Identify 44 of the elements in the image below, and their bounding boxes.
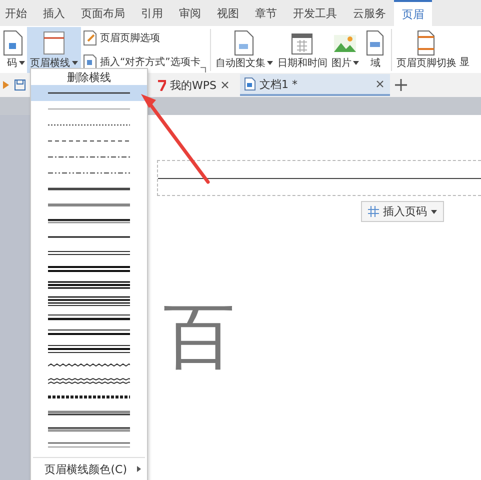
line-style-option[interactable] [31, 85, 147, 101]
document-icon [232, 30, 256, 56]
insert-page-number-button[interactable]: 插入页码 [361, 201, 444, 222]
date-time-button[interactable]: 日期和时间 [275, 27, 330, 73]
ribbon-tab[interactable]: 插入 [35, 0, 73, 26]
document-icon [244, 77, 256, 91]
ribbon-tab[interactable]: 开始 [0, 0, 35, 26]
document-tab[interactable]: 我的WPS [154, 74, 234, 96]
line-style-icon [48, 343, 130, 355]
ribbon-tab[interactable]: 审阅 [171, 0, 209, 26]
ribbon-tab[interactable]: 章节 [247, 0, 285, 26]
field-button[interactable]: 域 [361, 27, 390, 73]
document-tab[interactable]: 文档1 * [240, 74, 390, 96]
line-style-icon [48, 375, 130, 387]
ribbon-tab[interactable]: 云服务 [345, 0, 394, 26]
page-number-button[interactable]: 码 [0, 27, 27, 73]
hash-icon [368, 206, 379, 217]
picture-button[interactable]: 图片 [329, 27, 362, 73]
edit-document-icon [83, 30, 97, 46]
header-line-button[interactable]: 页眉横线 [27, 27, 81, 73]
tab-label: 我的WPS [170, 78, 216, 92]
add-tab-icon[interactable] [394, 79, 406, 91]
tab-label: 文档1 * [260, 76, 298, 92]
header-area[interactable] [157, 160, 481, 196]
line-style-icon [48, 263, 130, 275]
ribbon-tab[interactable]: 视图 [209, 0, 247, 26]
submenu-arrow-icon [137, 466, 141, 472]
line-style-icon [48, 279, 130, 291]
body-text: 百 [163, 300, 235, 372]
launcher-icon[interactable] [200, 67, 206, 73]
ribbon-tab[interactable]: 页眉 [394, 0, 432, 26]
ribbon-tab[interactable]: 开发工具 [285, 0, 345, 26]
close-icon[interactable] [220, 81, 228, 89]
save-icon[interactable] [14, 79, 26, 91]
menu-item[interactable]: 页眉横线颜色(C) [31, 458, 147, 480]
close-icon[interactable] [376, 80, 384, 88]
ribbon-label: 显 [459, 56, 470, 70]
line-style-icon [48, 295, 130, 307]
header-footer-switch-button[interactable]: 页眉页脚切换 [394, 27, 458, 73]
ribbon-tab[interactable]: 页面布局 [73, 0, 133, 26]
auto-text-button[interactable]: 自动图文集 [213, 27, 276, 73]
options-button[interactable]: 页眉页脚选项 [83, 30, 200, 46]
ribbon-tab[interactable]: 引用 [133, 0, 171, 26]
caret-icon [431, 210, 437, 214]
